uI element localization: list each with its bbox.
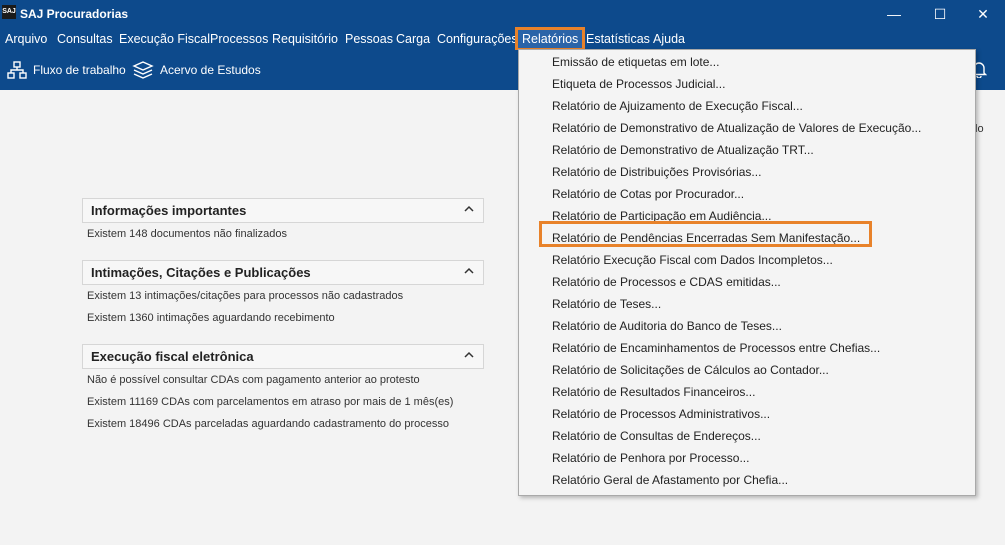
menu-item-resultados-financeiros[interactable]: Relatório de Resultados Financeiros...	[552, 381, 755, 403]
menu-item-consultas-enderecos[interactable]: Relatório de Consultas de Endereços...	[552, 425, 761, 447]
menu-configuracoes[interactable]: Configurações	[437, 31, 518, 47]
panel-line[interactable]: Existem 18496 CDAs parceladas aguardando…	[82, 413, 484, 435]
menu-requisitorio[interactable]: Requisitório	[272, 31, 338, 47]
menu-item-penhora[interactable]: Relatório de Penhora por Processo...	[552, 447, 749, 469]
workflow-label: Fluxo de trabalho	[33, 63, 126, 77]
panel-line[interactable]: Não é possível consultar CDAs com pagame…	[82, 369, 484, 391]
app-title: SAJ Procuradorias	[20, 7, 129, 21]
menu-item-distribuicoes[interactable]: Relatório de Distribuições Provisórias..…	[552, 161, 761, 183]
minimize-button[interactable]: —	[871, 0, 917, 28]
panel-execucao-fiscal-eletronica: Execução fiscal eletrônica Não é possíve…	[82, 344, 484, 435]
menu-bar: Arquivo Consultas Execução Fiscal Proces…	[0, 27, 1005, 51]
menu-item-teses[interactable]: Relatório de Teses...	[552, 293, 661, 315]
studies-button[interactable]: Acervo de Estudos	[132, 61, 261, 79]
menu-relatorios[interactable]: Relatórios	[515, 27, 586, 51]
books-icon	[132, 61, 154, 79]
title-bar: SAJ SAJ Procuradorias — ☐ ✕	[0, 0, 1005, 28]
menu-item-solicitacoes-calculos[interactable]: Relatório de Solicitações de Cálculos ao…	[552, 359, 829, 381]
relatorios-dropdown-menu: Emissão de etiquetas em lote... Etiqueta…	[518, 49, 976, 496]
app-icon: SAJ	[2, 5, 16, 19]
menu-execucao-fiscal[interactable]: Execução Fiscal	[119, 31, 210, 47]
studies-label: Acervo de Estudos	[160, 63, 261, 77]
menu-pessoas[interactable]: Pessoas	[345, 31, 393, 47]
partial-label: lo	[975, 123, 984, 135]
menu-item-processos-cdas[interactable]: Relatório de Processos e CDAS emitidas..…	[552, 271, 781, 293]
panel-line[interactable]: Existem 13 intimações/citações para proc…	[82, 285, 484, 307]
menu-item-auditoria-teses[interactable]: Relatório de Auditoria do Banco de Teses…	[552, 315, 782, 337]
close-button[interactable]: ✕	[960, 0, 1005, 28]
panel-line[interactable]: Existem 1360 intimações aguardando receb…	[82, 307, 484, 329]
menu-ajuda[interactable]: Ajuda	[653, 31, 685, 47]
maximize-button[interactable]: ☐	[917, 0, 963, 28]
panel-header[interactable]: Execução fiscal eletrônica	[82, 344, 484, 369]
panel-informacoes-importantes: Informações importantes Existem 148 docu…	[82, 198, 484, 245]
menu-item-afastamento-chefia[interactable]: Relatório Geral de Afastamento por Chefi…	[552, 469, 788, 491]
panel-title: Informações importantes	[91, 203, 247, 218]
panel-header[interactable]: Intimações, Citações e Publicações	[82, 260, 484, 285]
panel-header[interactable]: Informações importantes	[82, 198, 484, 223]
panel-line[interactable]: Existem 11169 CDAs com parcelamentos em …	[82, 391, 484, 413]
menu-item-dados-incompletos[interactable]: Relatório Execução Fiscal com Dados Inco…	[552, 249, 833, 271]
menu-item-emissao-etiquetas[interactable]: Emissão de etiquetas em lote...	[552, 51, 719, 73]
panel-intimacoes: Intimações, Citações e Publicações Exist…	[82, 260, 484, 329]
menu-arquivo[interactable]: Arquivo	[5, 31, 47, 47]
chevron-up-icon[interactable]	[463, 349, 475, 361]
menu-item-cotas[interactable]: Relatório de Cotas por Procurador...	[552, 183, 744, 205]
menu-item-encaminhamentos[interactable]: Relatório de Encaminhamentos de Processo…	[552, 337, 880, 359]
panel-title: Intimações, Citações e Publicações	[91, 265, 311, 280]
workflow-icon	[7, 61, 27, 79]
menu-processos[interactable]: Processos	[210, 31, 268, 47]
chevron-up-icon[interactable]	[463, 203, 475, 215]
menu-item-processos-administrativos[interactable]: Relatório de Processos Administrativos..…	[552, 403, 770, 425]
highlight-frame	[539, 221, 872, 247]
menu-carga[interactable]: Carga	[396, 31, 430, 47]
menu-item-etiqueta-processos[interactable]: Etiqueta de Processos Judicial...	[552, 73, 725, 95]
workflow-button[interactable]: Fluxo de trabalho	[7, 61, 126, 79]
chevron-up-icon[interactable]	[463, 265, 475, 277]
menu-item-demonstrativo-trt[interactable]: Relatório de Demonstrativo de Atualizaçã…	[552, 139, 814, 161]
menu-item-demonstrativo-valores[interactable]: Relatório de Demonstrativo de Atualizaçã…	[552, 117, 921, 139]
menu-estatisticas[interactable]: Estatísticas	[586, 31, 650, 47]
panel-line[interactable]: Existem 148 documentos não finalizados	[82, 223, 484, 245]
panel-title: Execução fiscal eletrônica	[91, 349, 254, 364]
menu-consultas[interactable]: Consultas	[57, 31, 113, 47]
menu-item-ajuizamento[interactable]: Relatório de Ajuizamento de Execução Fis…	[552, 95, 803, 117]
